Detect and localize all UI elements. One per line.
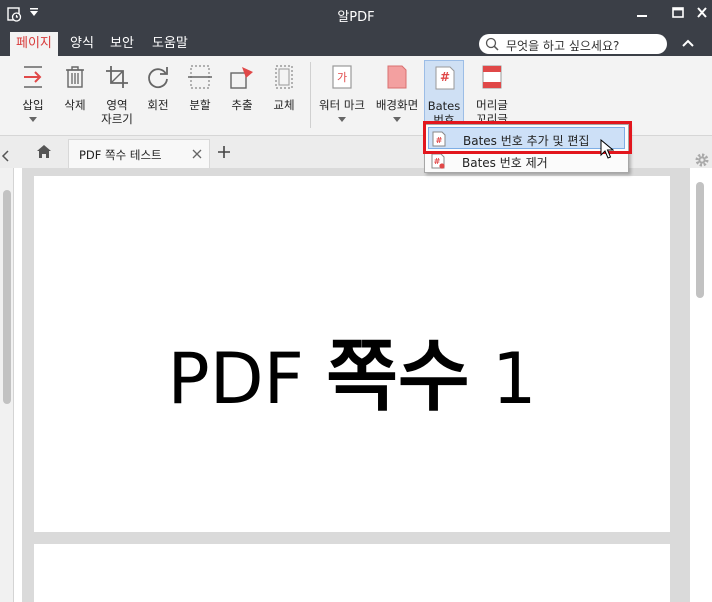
- tab-security[interactable]: 보안: [104, 32, 140, 56]
- page-text-number: 1: [491, 338, 537, 420]
- split-button[interactable]: 분할: [180, 60, 220, 132]
- window-title: 알PDF: [337, 10, 375, 25]
- replace-label: 교체: [273, 98, 295, 112]
- mouse-pointer-icon: [600, 139, 614, 159]
- scrollbar-thumb[interactable]: [696, 182, 704, 298]
- chevron-left-icon[interactable]: [1, 150, 9, 162]
- minimize-icon[interactable]: [632, 4, 652, 22]
- chevron-down-icon: [393, 117, 401, 122]
- watermark-button[interactable]: 가 워터 마크: [319, 60, 365, 132]
- left-panel-scrollbar[interactable]: [0, 168, 14, 602]
- scrollbar-thumb[interactable]: [3, 190, 11, 404]
- extract-button[interactable]: 추출: [222, 60, 262, 132]
- svg-text:가: 가: [337, 71, 347, 84]
- close-icon[interactable]: [192, 149, 202, 159]
- delete-button[interactable]: 삭제: [55, 60, 95, 132]
- crop-icon: [106, 66, 128, 88]
- split-icon: [188, 65, 212, 89]
- document-tab-name: PDF 쪽수 테스트: [79, 148, 162, 162]
- document-tab[interactable]: PDF 쪽수 테스트: [68, 139, 210, 168]
- tab-page[interactable]: 페이지: [10, 32, 58, 56]
- collapse-ribbon-icon[interactable]: [681, 38, 695, 48]
- extract-icon: [230, 67, 253, 89]
- search-icon: [485, 37, 499, 51]
- rotate-button[interactable]: 회전: [138, 60, 178, 132]
- svg-text:#: #: [434, 157, 441, 166]
- background-button[interactable]: 배경화면: [376, 60, 418, 132]
- close-window-icon[interactable]: [692, 4, 712, 22]
- watermark-label: 워터 마크: [319, 98, 365, 112]
- gear-icon[interactable]: [694, 152, 710, 168]
- watermark-icon: 가: [332, 65, 352, 89]
- search-text: 무엇을 하고 싶으세요?: [506, 39, 620, 53]
- bates-number-icon: #: [435, 66, 455, 90]
- ribbon-tab-bar: 페이지 양식 보안 도움말 무엇을 하고 싶으세요?: [0, 28, 712, 56]
- maximize-icon[interactable]: [668, 4, 688, 22]
- search-input[interactable]: 무엇을 하고 싶으세요?: [479, 34, 667, 54]
- page-text-main: 쪽수: [326, 332, 470, 422]
- tab-form[interactable]: 양식: [64, 32, 100, 56]
- svg-text:#: #: [440, 70, 450, 84]
- tab-help[interactable]: 도움말: [146, 32, 194, 56]
- chevron-down-icon: [29, 117, 37, 122]
- pdf-page-1: PDF 쪽수 1: [34, 176, 670, 532]
- insert-button[interactable]: 삽입: [13, 60, 53, 132]
- bates-remove-icon: #: [431, 153, 445, 169]
- trash-icon: [66, 66, 84, 88]
- menu-label: Bates 번호 제거: [462, 156, 548, 170]
- replace-button[interactable]: 교체: [264, 60, 304, 132]
- crop-button[interactable]: 영역 자르기: [97, 60, 137, 132]
- insert-page-icon: [24, 66, 42, 88]
- background-icon: [387, 65, 407, 89]
- background-label: 배경화면: [375, 98, 419, 112]
- title-bar: 알PDF: [0, 0, 712, 28]
- ribbon-separator: [310, 62, 311, 128]
- chevron-down-icon: [338, 117, 346, 122]
- page-text-prefix: PDF: [167, 338, 304, 420]
- home-icon[interactable]: [36, 144, 52, 159]
- page-content-text: PDF 쪽수 1: [34, 314, 670, 426]
- document-view: PDF 쪽수 1: [22, 168, 690, 602]
- replace-icon: [275, 65, 293, 89]
- rotate-icon: [148, 67, 168, 89]
- header-footer-icon: [482, 65, 502, 89]
- pdf-page-2: [34, 544, 670, 602]
- vertical-scrollbar[interactable]: [690, 168, 712, 602]
- add-tab-icon[interactable]: [217, 145, 231, 159]
